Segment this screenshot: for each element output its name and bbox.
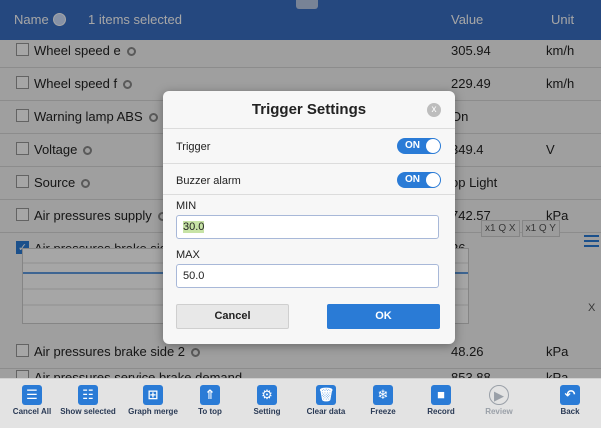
graph-merge-icon: ⊞ xyxy=(143,385,163,405)
cancel-button[interactable]: Cancel xyxy=(176,304,289,329)
toolbar-label: Show selected xyxy=(60,407,116,416)
toolbar-label: Review xyxy=(485,407,513,416)
trigger-label: Trigger xyxy=(176,141,211,153)
dialog-title: Trigger Settings xyxy=(163,91,455,129)
show-selected-icon: ☷ xyxy=(78,385,98,405)
record-icon: ■ xyxy=(431,385,451,405)
toolbar-label: Setting xyxy=(253,407,281,416)
graph-merge-button[interactable]: ⊞ Graph merge xyxy=(123,381,183,416)
min-label: MIN xyxy=(176,200,197,212)
cancel-all-icon: ☰ xyxy=(22,385,42,405)
divider xyxy=(163,163,455,164)
trigger-settings-dialog: Trigger Settings x Trigger ON Buzzer ala… xyxy=(163,91,455,344)
max-value: 50.0 xyxy=(183,270,205,282)
snowflake-icon: ❄ xyxy=(373,385,393,405)
clear-data-button[interactable]: 🗑 Clear data xyxy=(296,381,356,416)
cancel-all-button[interactable]: ☰ Cancel All xyxy=(2,381,62,416)
min-input[interactable]: 30.0 xyxy=(176,215,439,239)
gear-icon: ⚙ xyxy=(257,385,277,405)
min-value: 30.0 xyxy=(183,221,205,233)
max-input[interactable]: 50.0 xyxy=(176,264,439,288)
toolbar-label: Freeze xyxy=(370,407,396,416)
toolbar-label: To top xyxy=(198,407,222,416)
trash-icon: 🗑 xyxy=(316,385,336,405)
bottom-toolbar: ☰ Cancel All ☷ Show selected ⊞ Graph mer… xyxy=(0,378,601,428)
record-button[interactable]: ■ Record xyxy=(411,381,471,416)
back-button[interactable]: ↶ Back xyxy=(540,381,600,416)
close-icon[interactable]: x xyxy=(427,103,441,117)
to-top-icon: ⇑ xyxy=(200,385,220,405)
trigger-toggle-state: ON xyxy=(405,140,420,151)
review-button[interactable]: ▶ Review xyxy=(469,381,529,416)
toolbar-label: Graph merge xyxy=(128,407,178,416)
toggle-knob xyxy=(426,173,440,187)
toolbar-label: Cancel All xyxy=(12,407,52,416)
to-top-button[interactable]: ⇑ To top xyxy=(180,381,240,416)
toolbar-label: Record xyxy=(427,407,455,416)
toolbar-label: Back xyxy=(560,407,580,416)
back-arrow-icon: ↶ xyxy=(560,385,580,405)
show-selected-button[interactable]: ☷ Show selected xyxy=(58,381,118,416)
toggle-knob xyxy=(426,139,440,153)
divider xyxy=(163,194,455,195)
max-label: MAX xyxy=(176,249,200,261)
trigger-toggle[interactable]: ON xyxy=(397,138,441,154)
buzzer-toggle[interactable]: ON xyxy=(397,172,441,188)
ok-button[interactable]: OK xyxy=(327,304,440,329)
buzzer-label: Buzzer alarm xyxy=(176,175,241,187)
freeze-button[interactable]: ❄ Freeze xyxy=(353,381,413,416)
play-icon: ▶ xyxy=(489,385,509,405)
toolbar-label: Clear data xyxy=(306,407,346,416)
setting-button[interactable]: ⚙ Setting xyxy=(237,381,297,416)
buzzer-toggle-state: ON xyxy=(405,174,420,185)
